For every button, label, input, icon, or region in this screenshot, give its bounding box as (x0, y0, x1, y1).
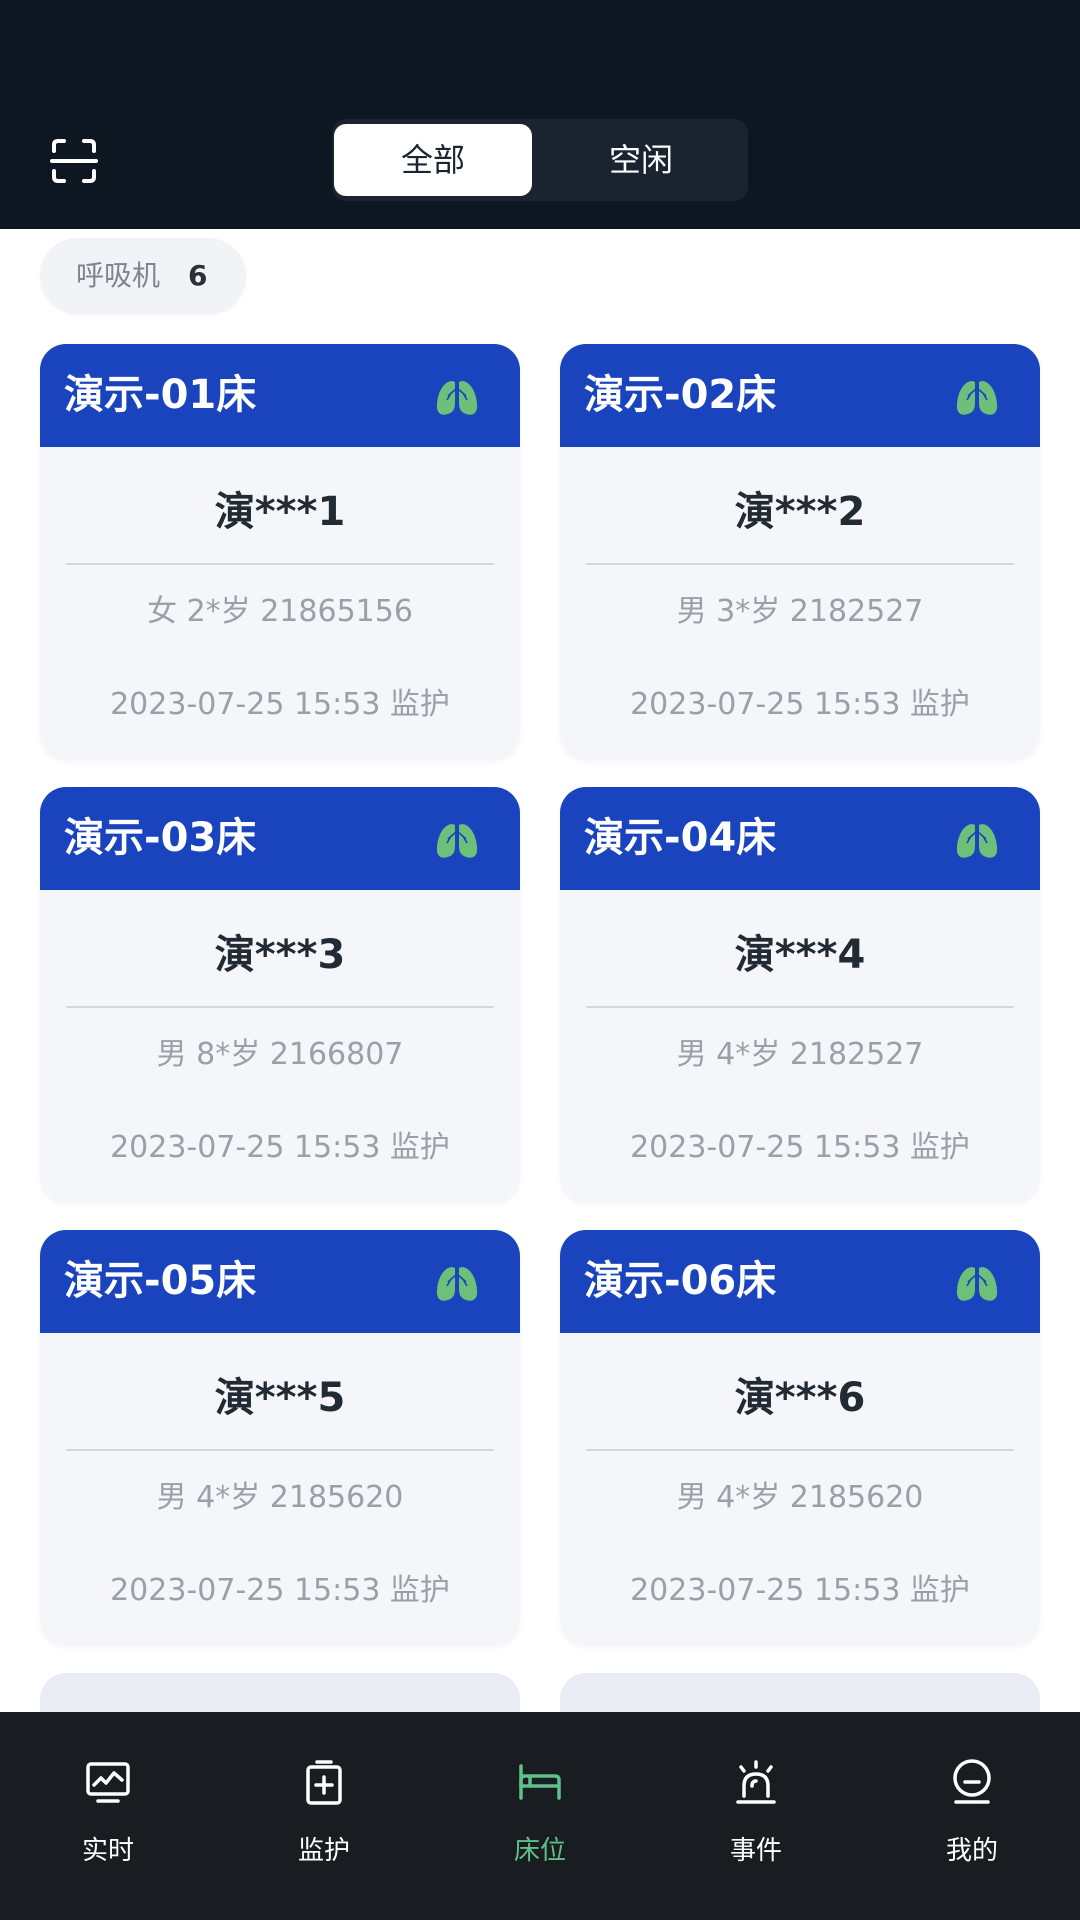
bed-card-header: 演示-02床 (560, 344, 1040, 447)
bed-number: 演示-06床 (584, 1258, 777, 1304)
tab-label: 我的 (945, 1836, 998, 1866)
patient-info: 男 4*岁 2185620 (156, 1480, 404, 1515)
bed-number: 演示-03床 (64, 815, 257, 861)
card-divider (66, 563, 494, 565)
patient-name: 演***1 (214, 489, 346, 535)
patient-name: 演***5 (214, 1375, 346, 1421)
monitor-status: 2023-07-25 15:53 监护 (110, 687, 450, 722)
bed-card[interactable]: 演示-01床 演***1 女 2*岁 21865156 2023-07-25 1… (40, 344, 520, 760)
monitor-status: 2023-07-25 15:53 监护 (630, 1130, 970, 1165)
top-header: 全部 空闲 (0, 0, 1080, 229)
bottom-tab-bar: 实时 监护 床位 事件 我的 (0, 1712, 1080, 1920)
profile-icon (953, 1759, 991, 1804)
card-divider (586, 1006, 1014, 1008)
card-divider (66, 1449, 494, 1451)
patient-info: 男 4*岁 2182527 (676, 1037, 924, 1072)
bed-card[interactable]: 演示-06床 演***6 男 4*岁 2185620 2023-07-25 15… (560, 1230, 1040, 1646)
bed-number: 演示-05床 (64, 1258, 257, 1304)
bed-icon (519, 1764, 561, 1800)
monitor-status: 2023-07-25 15:53 监护 (630, 1573, 970, 1608)
card-divider (586, 563, 1014, 565)
scan-icon (50, 139, 98, 183)
lung-icon (956, 819, 998, 858)
lung-icon (436, 819, 478, 858)
ventilator-filter-chip[interactable]: 呼吸机 6 (40, 238, 246, 314)
bed-card[interactable]: 演示-05床 演***5 男 4*岁 2185620 2023-07-25 15… (40, 1230, 520, 1646)
patient-info: 男 8*岁 2166807 (156, 1037, 404, 1072)
bed-card-header: 演示-03床 (40, 787, 520, 890)
card-divider (66, 1006, 494, 1008)
scan-button[interactable] (50, 137, 98, 185)
patient-info: 男 4*岁 2185620 (676, 1480, 924, 1515)
segment-all[interactable]: 全部 (334, 124, 532, 196)
lung-icon (436, 376, 478, 415)
bed-card[interactable]: 演示-04床 演***4 男 4*岁 2182527 2023-07-25 15… (560, 787, 1040, 1203)
patient-info: 男 3*岁 2182527 (676, 594, 924, 629)
tab-label: 事件 (729, 1836, 782, 1866)
monitor-status: 2023-07-25 15:53 监护 (110, 1130, 450, 1165)
bed-card[interactable]: 演示-02床 演***2 男 3*岁 2182527 2023-07-25 15… (560, 344, 1040, 760)
lung-icon (436, 1262, 478, 1301)
monitor-status: 2023-07-25 15:53 监护 (630, 687, 970, 722)
tab-profile[interactable]: 我的 (864, 1712, 1080, 1920)
patient-info: 女 2*岁 21865156 (147, 594, 413, 629)
alarm-icon (736, 1760, 776, 1804)
lung-icon (956, 376, 998, 415)
monitor-icon (86, 1762, 130, 1803)
bed-number: 演示-01床 (64, 372, 257, 418)
tab-realtime[interactable]: 实时 (0, 1712, 216, 1920)
filter-chip-label: 呼吸机 (76, 259, 161, 292)
bed-number: 演示-04床 (584, 815, 777, 861)
patient-name: 演***3 (214, 932, 346, 978)
tab-beds[interactable]: 床位 (432, 1712, 648, 1920)
monitor-status: 2023-07-25 15:53 监护 (110, 1573, 450, 1608)
tab-label: 床位 (513, 1836, 566, 1866)
bed-number: 演示-02床 (584, 372, 777, 418)
bed-card-header: 演示-04床 (560, 787, 1040, 890)
patient-name: 演***4 (734, 932, 866, 978)
segment-idle[interactable]: 空闲 (542, 124, 740, 196)
tab-label: 监护 (297, 1836, 350, 1866)
patient-name: 演***6 (734, 1375, 866, 1421)
card-divider (586, 1449, 1014, 1451)
filter-segmented-control: 全部 空闲 (332, 119, 748, 201)
clipboard-plus-icon (306, 1760, 342, 1805)
tab-events[interactable]: 事件 (648, 1712, 864, 1920)
patient-name: 演***2 (734, 489, 866, 535)
filter-chip-count: 6 (188, 259, 208, 292)
bed-card-header: 演示-06床 (560, 1230, 1040, 1333)
bed-card-header: 演示-01床 (40, 344, 520, 447)
bed-card-header: 演示-05床 (40, 1230, 520, 1333)
bed-card[interactable]: 演示-03床 演***3 男 8*岁 2166807 2023-07-25 15… (40, 787, 520, 1203)
tab-label: 实时 (81, 1836, 134, 1866)
tab-monitoring[interactable]: 监护 (216, 1712, 432, 1920)
lung-icon (956, 1262, 998, 1301)
